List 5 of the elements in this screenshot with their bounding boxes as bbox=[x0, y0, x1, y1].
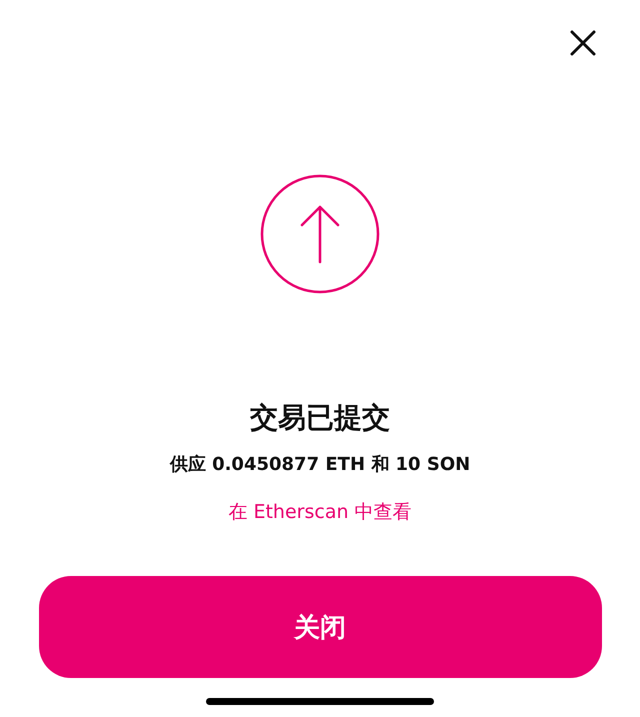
transaction-summary: 供应 0.0450877 ETH 和 10 SON bbox=[170, 453, 470, 477]
close-button[interactable]: 关闭 bbox=[38, 576, 602, 678]
etherscan-link[interactable]: 在 Etherscan 中查看 bbox=[228, 498, 412, 526]
close-button[interactable] bbox=[570, 30, 596, 56]
status-title: 交易已提交 bbox=[250, 400, 390, 436]
